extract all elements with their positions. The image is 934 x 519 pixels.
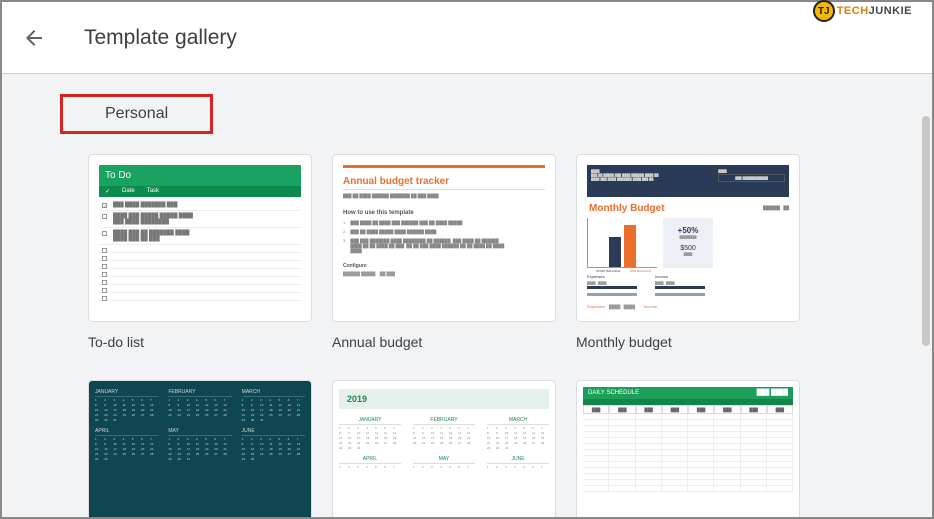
schedule-thumb-title: DAILY SCHEDULE — [588, 390, 639, 396]
todo-thumb-columns: ✓ Date Task — [99, 186, 301, 197]
template-card-todo[interactable]: To Do ✓ Date Task ███ ████ ███████ ███ █… — [88, 154, 312, 350]
monthly-budget-amount: $500 — [663, 245, 713, 252]
scrollbar-thumb[interactable] — [922, 116, 930, 346]
content-area: Personal To Do ✓ Date Task ███ ████ ████… — [2, 74, 932, 517]
template-card-annual-budget[interactable]: Annual budget tracker ███ ██ ████ ██████… — [332, 154, 556, 350]
template-card-calendar-light[interactable]: 2019 JANUARY1234567891011121314151617181… — [332, 380, 556, 517]
header-bar: Template gallery — [2, 2, 932, 74]
template-title: Monthly budget — [576, 334, 800, 350]
annual-budget-configure: Configure — [343, 263, 545, 269]
template-grid: To Do ✓ Date Task ███ ████ ███████ ███ █… — [88, 154, 846, 517]
calendar-light-year: 2019 — [339, 389, 549, 409]
template-thumb-schedule: DAILY SCHEDULE███ ████ █████████████████… — [576, 380, 800, 517]
watermark-logo: TJ TECH JUNKIE — [813, 0, 912, 22]
back-arrow-icon[interactable] — [22, 26, 46, 50]
template-title: Annual budget — [332, 334, 556, 350]
page-title: Template gallery — [84, 26, 237, 50]
template-thumb-todo: To Do ✓ Date Task ███ ████ ███████ ███ █… — [88, 154, 312, 322]
template-card-calendar-dark[interactable]: JANUARY123456789101112131415161718192021… — [88, 380, 312, 517]
todo-col-task: Task — [147, 188, 159, 195]
monthly-budget-percent: +50% — [663, 226, 713, 235]
watermark-badge: TJ — [813, 0, 835, 22]
annual-budget-thumb-title: Annual budget tracker — [343, 176, 545, 190]
monthly-budget-income-label: Income — [655, 274, 705, 279]
section-highlight-box: Personal — [60, 94, 213, 134]
template-title: To-do list — [88, 334, 312, 350]
todo-thumb-header: To Do — [99, 165, 301, 186]
monthly-budget-thumb-title: Monthly Budget — [589, 203, 665, 214]
template-card-schedule[interactable]: DAILY SCHEDULE███ ████ █████████████████… — [576, 380, 800, 517]
annual-budget-howto: How to use this template — [343, 210, 545, 216]
template-thumb-calendar-light: 2019 JANUARY1234567891011121314151617181… — [332, 380, 556, 517]
watermark-text-2: JUNKIE — [869, 5, 912, 17]
template-thumb-calendar-dark: JANUARY123456789101112131415161718192021… — [88, 380, 312, 517]
template-card-monthly-budget[interactable]: ███████ ██ █████ ███ ████ ██████ ████ ██… — [576, 154, 800, 350]
template-thumb-annual-budget: Annual budget tracker ███ ██ ████ ██████… — [332, 154, 556, 322]
watermark-text-1: TECH — [837, 5, 869, 17]
template-thumb-monthly-budget: ███████ ██ █████ ███ ████ ██████ ████ ██… — [576, 154, 800, 322]
section-label-personal: Personal — [105, 105, 168, 123]
monthly-budget-expenses-label: Expenses — [587, 274, 637, 279]
todo-col-date: Date — [122, 188, 135, 195]
